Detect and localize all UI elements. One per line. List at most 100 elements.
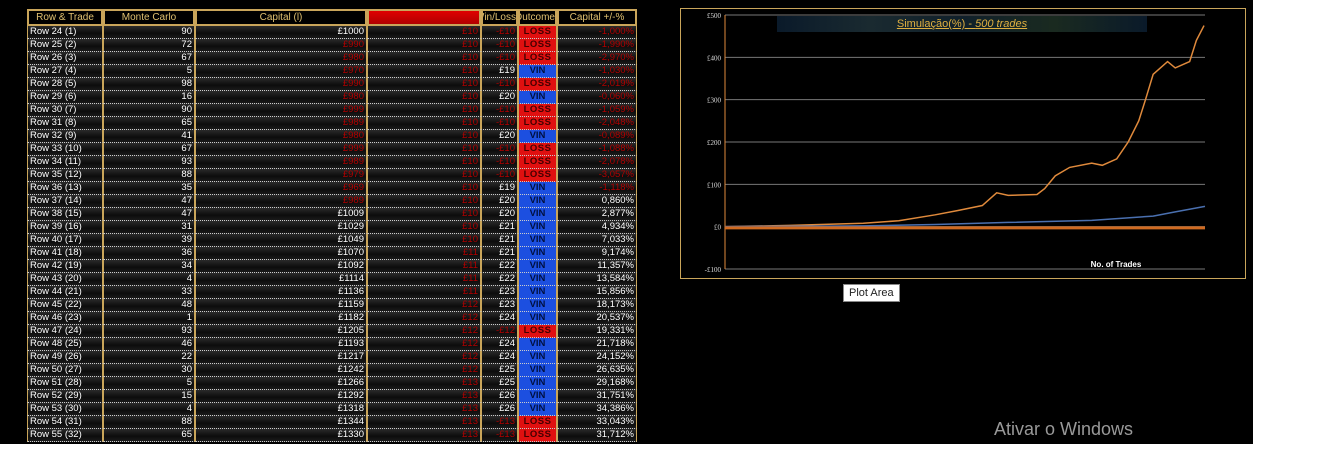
cell-outcome[interactable]: LOSS [518, 169, 557, 182]
cell-monte-carlo[interactable]: 67 [103, 52, 195, 65]
cell-win-loss[interactable]: £20 [481, 195, 518, 208]
cell-capital[interactable]: £999 [195, 104, 367, 117]
cell-capital-pct[interactable]: 11,357% [557, 260, 637, 273]
cell-monte-carlo[interactable]: 1 [103, 312, 195, 325]
cell-monte-carlo[interactable]: 47 [103, 208, 195, 221]
cell-capital-pct[interactable]: -1,118% [557, 182, 637, 195]
cell-win-loss[interactable]: -£13 [481, 429, 518, 442]
cell-win-loss[interactable]: -£10 [481, 52, 518, 65]
cell-win-loss[interactable]: £24 [481, 351, 518, 364]
cell-capital-pct[interactable]: 26,635% [557, 364, 637, 377]
cell-stake[interactable]: £13 [367, 416, 481, 429]
cell-win-loss[interactable]: £26 [481, 403, 518, 416]
cell-stake[interactable]: £13 [367, 403, 481, 416]
cell-capital-pct[interactable]: 13,584% [557, 273, 637, 286]
cell-stake[interactable]: £10 [367, 169, 481, 182]
cell-win-loss[interactable]: -£10 [481, 39, 518, 52]
cell-win-loss[interactable]: -£10 [481, 143, 518, 156]
cell-stake[interactable]: £13 [367, 390, 481, 403]
cell-win-loss[interactable]: £21 [481, 247, 518, 260]
cell-win-loss[interactable]: £21 [481, 221, 518, 234]
cell-stake[interactable]: £10 [367, 39, 481, 52]
cell-capital[interactable]: £1114 [195, 273, 367, 286]
cell-win-loss[interactable]: -£10 [481, 26, 518, 39]
cell-monte-carlo[interactable]: 16 [103, 91, 195, 104]
cell-capital-pct[interactable]: 15,856% [557, 286, 637, 299]
cell-capital[interactable]: £1092 [195, 260, 367, 273]
cell-win-loss[interactable]: -£10 [481, 156, 518, 169]
cell-outcome[interactable]: VIN [518, 299, 557, 312]
cell-monte-carlo[interactable]: 65 [103, 429, 195, 442]
cell-row-label[interactable]: Row 29 (6) [27, 91, 103, 104]
cell-outcome[interactable]: VIN [518, 260, 557, 273]
cell-row-label[interactable]: Row 44 (21) [27, 286, 103, 299]
cell-monte-carlo[interactable]: 48 [103, 299, 195, 312]
cell-outcome[interactable]: VIN [518, 364, 557, 377]
cell-outcome[interactable]: LOSS [518, 325, 557, 338]
cell-row-label[interactable]: Row 39 (16) [27, 221, 103, 234]
cell-capital-pct[interactable]: 0,860% [557, 195, 637, 208]
cell-outcome[interactable]: VIN [518, 182, 557, 195]
cell-row-label[interactable]: Row 33 (10) [27, 143, 103, 156]
cell-monte-carlo[interactable]: 72 [103, 39, 195, 52]
cell-stake[interactable]: £10 [367, 234, 481, 247]
cell-row-label[interactable]: Row 45 (22) [27, 299, 103, 312]
cell-outcome[interactable]: VIN [518, 351, 557, 364]
cell-monte-carlo[interactable]: 34 [103, 260, 195, 273]
cell-capital-pct[interactable]: 20,537% [557, 312, 637, 325]
cell-win-loss[interactable]: £19 [481, 65, 518, 78]
cell-stake[interactable]: £12 [367, 312, 481, 325]
cell-monte-carlo[interactable]: 47 [103, 195, 195, 208]
cell-capital[interactable]: £1070 [195, 247, 367, 260]
cell-monte-carlo[interactable]: 22 [103, 351, 195, 364]
cell-monte-carlo[interactable]: 93 [103, 156, 195, 169]
cell-outcome[interactable]: LOSS [518, 104, 557, 117]
cell-row-label[interactable]: Row 48 (25) [27, 338, 103, 351]
cell-monte-carlo[interactable]: 46 [103, 338, 195, 351]
cell-win-loss[interactable]: -£10 [481, 117, 518, 130]
cell-capital[interactable]: £1000 [195, 26, 367, 39]
cell-monte-carlo[interactable]: 65 [103, 117, 195, 130]
cell-capital[interactable]: £990 [195, 78, 367, 91]
cell-outcome[interactable]: LOSS [518, 26, 557, 39]
header-capital[interactable]: Capital (l) [195, 9, 367, 26]
cell-row-label[interactable]: Row 34 (11) [27, 156, 103, 169]
cell-stake[interactable]: £11 [367, 260, 481, 273]
cell-capital-pct[interactable]: 33,043% [557, 416, 637, 429]
cell-row-label[interactable]: Row 24 (1) [27, 26, 103, 39]
cell-outcome[interactable]: VIN [518, 338, 557, 351]
header-monte-carlo[interactable]: Monte Carlo [103, 9, 195, 26]
cell-row-label[interactable]: Row 55 (32) [27, 429, 103, 442]
chart-title[interactable]: Simulação(%) - 500 trades [777, 16, 1147, 32]
cell-win-loss[interactable]: -£10 [481, 78, 518, 91]
cell-win-loss[interactable]: -£13 [481, 416, 518, 429]
cell-row-label[interactable]: Row 35 (12) [27, 169, 103, 182]
cell-stake[interactable]: £10 [367, 195, 481, 208]
cell-stake[interactable]: £12 [367, 351, 481, 364]
cell-capital[interactable]: £1330 [195, 429, 367, 442]
cell-row-label[interactable]: Row 28 (5) [27, 78, 103, 91]
cell-row-label[interactable]: Row 38 (15) [27, 208, 103, 221]
cell-stake[interactable]: £10 [367, 117, 481, 130]
cell-row-label[interactable]: Row 51 (28) [27, 377, 103, 390]
cell-outcome[interactable]: LOSS [518, 78, 557, 91]
cell-stake[interactable]: £10 [367, 208, 481, 221]
cell-win-loss[interactable]: £22 [481, 260, 518, 273]
cell-capital[interactable]: £999 [195, 143, 367, 156]
cell-outcome[interactable]: VIN [518, 247, 557, 260]
cell-capital[interactable]: £980 [195, 52, 367, 65]
cell-row-label[interactable]: Row 50 (27) [27, 364, 103, 377]
cell-win-loss[interactable]: £20 [481, 91, 518, 104]
cell-capital-pct[interactable]: 31,712% [557, 429, 637, 442]
cell-capital-pct[interactable]: -0,089% [557, 130, 637, 143]
cell-outcome[interactable]: LOSS [518, 143, 557, 156]
cell-row-label[interactable]: Row 42 (19) [27, 260, 103, 273]
cell-win-loss[interactable]: £19 [481, 182, 518, 195]
cell-capital-pct[interactable]: 4,934% [557, 221, 637, 234]
cell-capital-pct[interactable]: -3,057% [557, 169, 637, 182]
cell-outcome[interactable]: VIN [518, 312, 557, 325]
cell-monte-carlo[interactable]: 35 [103, 182, 195, 195]
header-outcome[interactable]: Outcome [518, 9, 557, 26]
cell-outcome[interactable]: VIN [518, 91, 557, 104]
cell-capital[interactable]: £980 [195, 130, 367, 143]
